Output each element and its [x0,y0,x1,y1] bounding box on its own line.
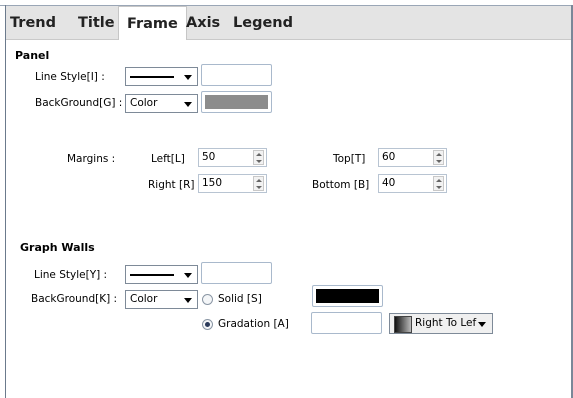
radio-selected-dot [205,322,210,327]
gradation-radio[interactable] [202,319,213,330]
panel-line-style-select[interactable] [125,67,198,86]
margin-bottom-spinner[interactable] [433,176,444,191]
panel-background-value: Color [130,97,158,109]
graph-walls-section-title: Graph Walls [20,241,95,254]
panel-line-color-swatch[interactable] [201,64,272,86]
margin-bottom-input[interactable]: 40 [378,174,447,193]
chevron-down-icon [184,102,192,107]
solid-color-swatch[interactable] [312,285,383,307]
tab-frame[interactable]: Frame [118,6,187,42]
tab-title[interactable]: Title [78,6,115,40]
walls-background-value: Color [130,293,158,305]
spin-up-icon [256,179,262,182]
margin-right-spinner[interactable] [253,176,264,191]
solid-label[interactable]: Solid [S] [218,293,262,305]
gradation-color-swatch[interactable] [311,312,382,334]
margin-right-value: 150 [202,177,223,189]
tab-bar: Trend Title Frame Axis Legend [6,6,571,42]
walls-line-style-label: Line Style[Y] : [34,269,108,281]
spin-down-icon [436,160,442,163]
margin-right-input[interactable]: 150 [198,174,267,193]
spin-up-icon [436,179,442,182]
gradation-direction-value: Right To Lef [415,317,477,329]
solid-radio[interactable] [202,294,213,305]
margins-label: Margins : [67,153,116,165]
margin-top-label: Top[T] [333,153,366,165]
margin-left-value: 50 [202,151,216,163]
chevron-down-icon [184,273,192,278]
panel-line-color-fill [205,68,268,82]
panel-background-select[interactable]: Color [125,94,198,113]
panel-background-color-fill [205,95,268,109]
spin-down-icon [436,186,442,189]
chevron-down-icon [184,75,192,80]
gradation-color-fill [315,316,378,330]
spin-up-icon [256,153,262,156]
chevron-down-icon [184,298,192,303]
gradation-label[interactable]: Gradation [A] [218,318,289,330]
spin-down-icon [256,186,262,189]
tab-trend[interactable]: Trend [10,6,56,40]
margin-right-label: Right [R] [148,179,195,191]
margin-left-label: Left[L] [151,153,185,165]
margin-top-spinner[interactable] [433,150,444,165]
walls-background-select[interactable]: Color [125,290,198,309]
solid-color-fill [316,289,379,303]
gradation-direction-select[interactable]: Right To Lef [389,313,493,334]
walls-background-label: BackGround[K] : [31,293,118,305]
margin-bottom-value: 40 [382,177,396,189]
frame-settings-panel: Panel Line Style[I] : BackGround[G] : Co… [6,40,571,398]
walls-line-color-fill [205,266,268,280]
margin-bottom-label: Bottom [B] [312,179,370,191]
line-style-solid-preview [130,274,174,276]
line-style-solid-preview [130,76,174,78]
walls-line-style-select[interactable] [125,265,198,284]
panel-background-color-swatch[interactable] [201,91,272,113]
chevron-down-icon [478,322,486,327]
tab-legend[interactable]: Legend [233,6,293,40]
panel-background-label: BackGround[G] : [35,97,123,109]
panel-line-style-label: Line Style[I] : [35,71,105,83]
tab-axis[interactable]: Axis [186,6,220,40]
margin-left-input[interactable]: 50 [198,148,267,167]
gradient-preview-icon [394,316,412,333]
margin-top-value: 60 [382,151,396,163]
walls-line-color-swatch[interactable] [201,262,272,284]
spin-up-icon [436,153,442,156]
panel-section-title: Panel [15,49,50,62]
margin-left-spinner[interactable] [253,150,264,165]
spin-down-icon [256,160,262,163]
margin-top-input[interactable]: 60 [378,148,447,167]
